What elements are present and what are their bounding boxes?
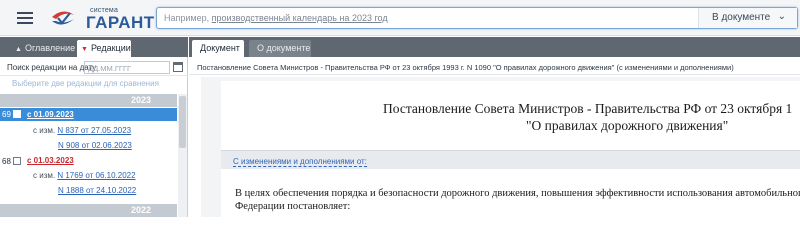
change-link[interactable]: N 908 от 02.06.2023	[58, 141, 132, 150]
changes-label: с изм.	[33, 171, 56, 180]
tab-document[interactable]: Документ	[192, 40, 244, 57]
document-title-line1: Постановление Совета Министров - Правите…	[383, 101, 793, 116]
year-header-2022: 2022	[0, 204, 177, 217]
changes-label: с изм.	[33, 126, 56, 135]
changes-panel: С изменениями и дополнениями от:	[221, 150, 800, 169]
logo-title: ГАРАНТ	[86, 13, 155, 32]
garant-logo-mark-icon	[52, 11, 74, 25]
year-header-2023: 2023	[0, 94, 177, 107]
search-input[interactable]: Например, производственный календарь на …	[156, 7, 798, 29]
revision-change: с изм. N 837 от 27.05.2023	[33, 126, 131, 135]
revision-number: 68	[2, 157, 11, 166]
search-scope-label: В документе	[712, 12, 771, 23]
change-link[interactable]: N 1888 от 24.10.2022	[58, 186, 136, 195]
tab-revisions[interactable]: ▼ Редакции	[77, 40, 131, 57]
tab-contents[interactable]: ▲ Оглавление	[11, 40, 76, 57]
calendar-icon[interactable]	[173, 62, 183, 72]
document-tab-bar: Документ О документе	[189, 37, 800, 57]
revision-change: с изм. N 1769 от 06.10.2022	[33, 171, 136, 180]
body-paragraph-line1: В целях обеспечения порядка и безопаснос…	[235, 188, 800, 199]
divider	[189, 74, 800, 75]
revision-row[interactable]: 68 с 01.03.2023	[0, 155, 177, 168]
document-body: В целях обеспечения порядка и безопаснос…	[235, 187, 800, 213]
left-tab-bar: ▲ Оглавление ▼ Редакции	[0, 37, 188, 57]
caret-down-icon: ▼	[81, 46, 88, 53]
revision-checkbox[interactable]	[13, 157, 21, 165]
tab-about-document[interactable]: О документе	[249, 40, 311, 57]
revision-date-search: Поиск редакции на дату ДД.ММ.ГГГГ	[0, 58, 188, 76]
document-breadcrumb: Постановление Совета Министров - Правите…	[197, 63, 734, 72]
top-header: система ГАРАНТ Например, производственны…	[0, 0, 800, 36]
compare-hint: Выберите две редакции для сравнения	[12, 79, 159, 88]
left-scrollbar[interactable]	[178, 94, 187, 217]
search-scope-dropdown[interactable]: В документе ⌄	[698, 8, 797, 28]
date-search-label: Поиск редакции на дату	[7, 63, 97, 72]
caret-up-icon: ▲	[15, 46, 22, 53]
revision-number: 69	[2, 110, 11, 119]
revision-row-selected[interactable]: 69 с 01.09.2023	[0, 108, 177, 121]
garant-logo[interactable]: система ГАРАНТ	[50, 5, 154, 32]
left-panel: ▲ Оглавление ▼ Редакции Поиск редакции на …	[0, 37, 188, 217]
search-example-link[interactable]: производственный календарь на 2023 год	[212, 13, 388, 23]
revision-checkbox[interactable]	[13, 110, 21, 118]
date-field[interactable]: ДД.ММ.ГГГГ	[84, 61, 170, 74]
change-link[interactable]: N 837 от 27.05.2023	[57, 126, 131, 135]
change-link[interactable]: N 1769 от 06.10.2022	[57, 171, 135, 180]
chevron-down-icon: ⌄	[777, 11, 786, 22]
revision-change: N 908 от 02.06.2023	[58, 141, 132, 150]
search-placeholder: Например, производственный календарь на …	[164, 13, 388, 23]
revision-link[interactable]: с 01.03.2023	[27, 156, 74, 165]
search-placeholder-prefix: Например,	[164, 13, 212, 23]
body-paragraph-line2: Федерации постановляет:	[235, 201, 351, 212]
tab-contents-label: Оглавление	[24, 43, 76, 53]
revision-link[interactable]: с 01.09.2023	[27, 110, 74, 119]
document-title-line2: "О правилах дорожного движения"	[526, 118, 729, 133]
scrollbar-thumb[interactable]	[179, 96, 186, 148]
document-panel: Документ О документе Постановление Совет…	[189, 37, 800, 217]
changes-toggle-link[interactable]: С изменениями и дополнениями от:	[233, 157, 367, 167]
revision-change: N 1888 от 24.10.2022	[58, 186, 136, 195]
tab-revisions-label: Редакции	[90, 43, 131, 53]
menu-icon[interactable]	[17, 12, 33, 24]
